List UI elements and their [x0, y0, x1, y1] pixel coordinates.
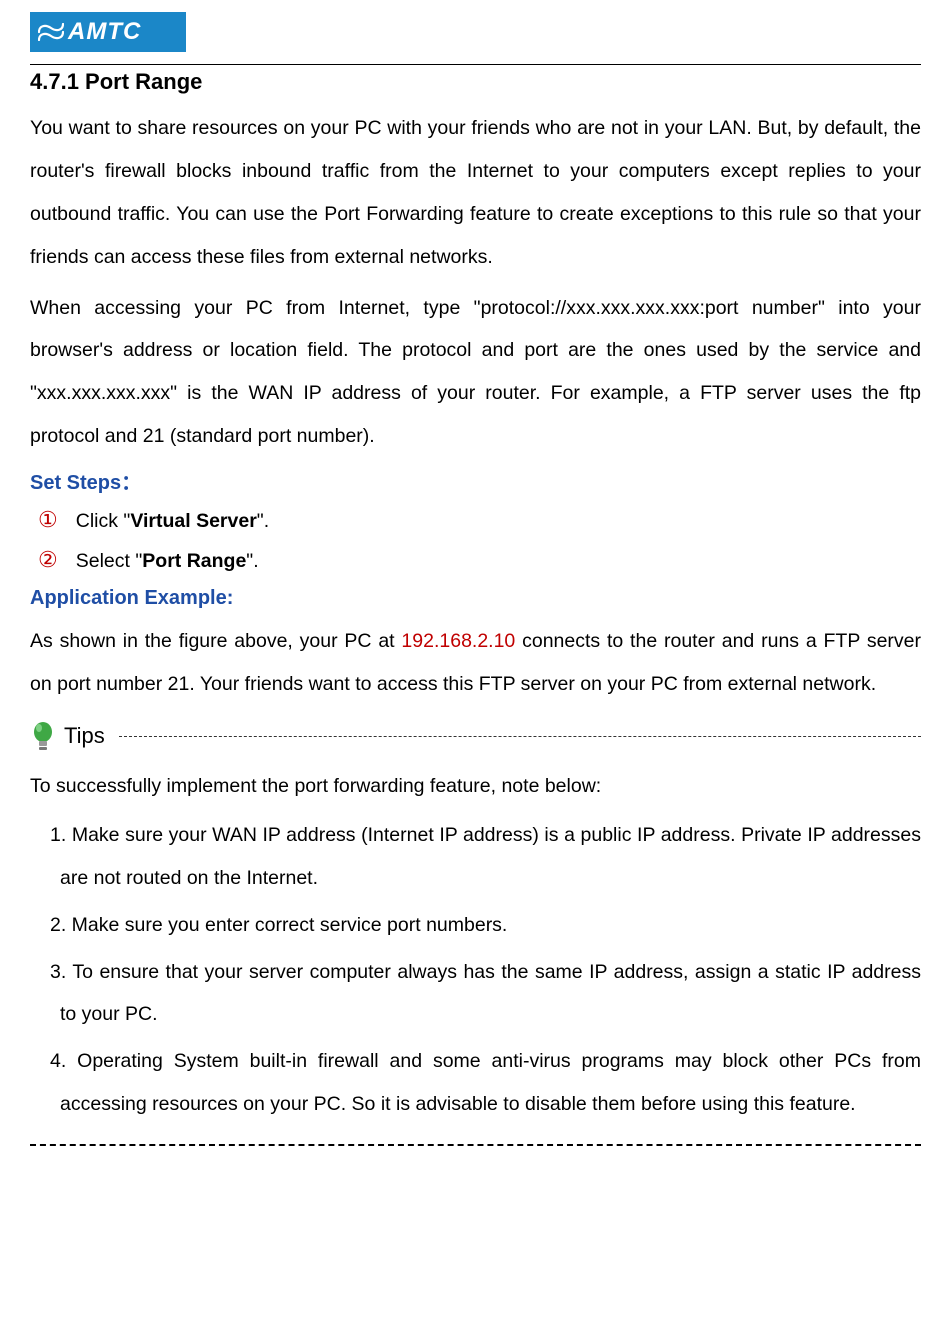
step-2-number: ②: [38, 547, 58, 573]
tips-dash-line: [119, 736, 921, 737]
step-2: ② Select "Port Range".: [30, 547, 921, 573]
step-1-text: Click "Virtual Server".: [76, 510, 269, 533]
brand-logo: AMTC: [30, 12, 186, 52]
step-1: ① Click "Virtual Server".: [30, 507, 921, 533]
tip-2: 2. Make sure you enter correct service p…: [30, 904, 921, 947]
logo-mark-icon: [38, 23, 64, 41]
bottom-dash-line: [30, 1144, 921, 1146]
paragraph-2: When accessing your PC from Internet, ty…: [30, 287, 921, 459]
tips-intro: To successfully implement the port forwa…: [30, 767, 921, 806]
application-example-text: As shown in the figure above, your PC at…: [30, 620, 921, 706]
example-ip: 192.168.2.10: [401, 630, 515, 652]
tips-label: Tips: [64, 723, 105, 749]
lightbulb-icon: [30, 720, 56, 753]
tip-1: 1. Make sure your WAN IP address (Intern…: [30, 814, 921, 900]
tip-4: 4. Operating System built-in firewall an…: [30, 1040, 921, 1126]
tips-header: Tips: [30, 720, 921, 753]
set-steps-heading: Set Steps：: [30, 466, 921, 495]
paragraph-1: You want to share resources on your PC w…: [30, 107, 921, 279]
section-title: 4.7.1 Port Range: [30, 69, 921, 95]
header-divider: [30, 64, 921, 65]
step-1-number: ①: [38, 507, 58, 533]
application-example-heading: Application Example:: [30, 587, 921, 610]
step-2-text: Select "Port Range".: [76, 550, 259, 573]
tip-3: 3. To ensure that your server computer a…: [30, 951, 921, 1037]
logo-text: AMTC: [68, 18, 141, 46]
